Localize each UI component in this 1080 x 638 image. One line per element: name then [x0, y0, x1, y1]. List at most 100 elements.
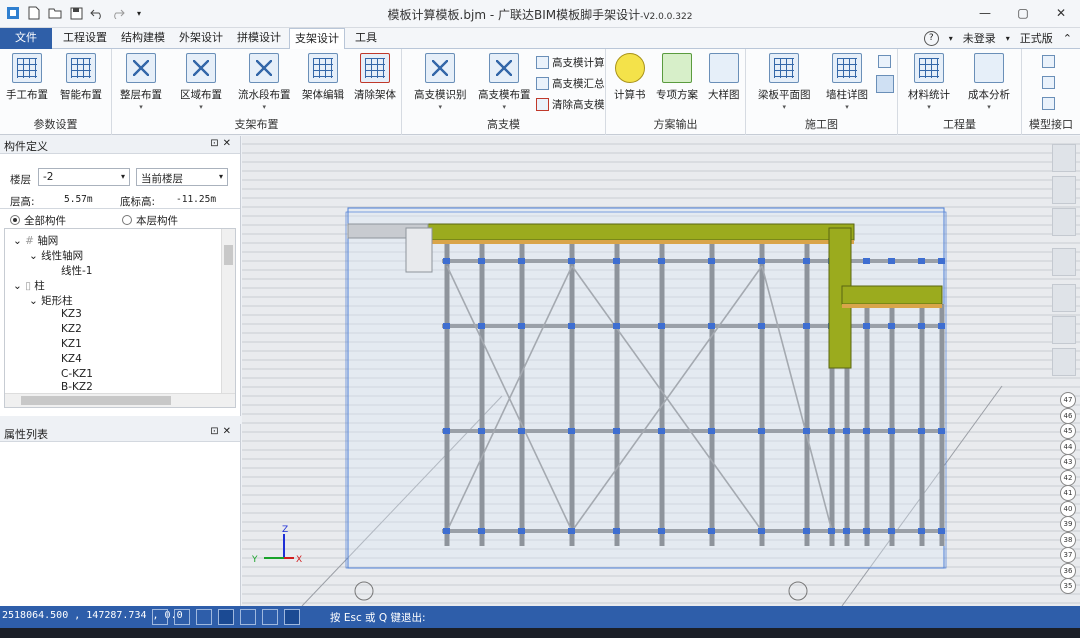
help-icon[interactable]: ?: [923, 30, 939, 46]
layer-icon[interactable]: [1052, 348, 1076, 376]
wall-column-detail-button[interactable]: 墙柱详图 ▾: [826, 53, 868, 111]
floor-indicator[interactable]: 47: [1060, 392, 1076, 408]
floor-indicator[interactable]: 35: [1060, 578, 1076, 594]
collapse-icon[interactable]: ⌄: [13, 235, 22, 247]
import-model-button[interactable]: [1042, 76, 1055, 89]
ortho-icon[interactable]: [196, 609, 212, 625]
tree-node-linear-grid[interactable]: ⌄ 线性轴网: [29, 248, 83, 263]
help-dropdown-icon[interactable]: ▾: [949, 34, 953, 43]
floor-layout-button[interactable]: 整层布置 ▾: [120, 53, 162, 111]
login-status[interactable]: 未登录: [963, 30, 996, 46]
select-box-icon[interactable]: [240, 609, 256, 625]
drawing-small-button-1[interactable]: [878, 55, 891, 68]
high-formwork-identify-button[interactable]: 高支模识别 ▾: [414, 53, 467, 111]
floor-indicator[interactable]: 43: [1060, 454, 1076, 470]
floor-indicator[interactable]: 36: [1060, 562, 1076, 579]
floor-indicator[interactable]: 42: [1060, 469, 1076, 486]
scroll-thumb[interactable]: [224, 245, 233, 265]
panel-close-icon[interactable]: ✕: [223, 426, 235, 437]
high-formwork-calc-button[interactable]: 高支模计算: [536, 55, 605, 70]
drawing-small-button-2[interactable]: [876, 75, 894, 93]
tab-project-settings[interactable]: 工程设置: [56, 28, 114, 49]
tree-vertical-scrollbar[interactable]: [221, 229, 235, 393]
snap-grid-icon[interactable]: [152, 609, 168, 625]
calc-book-button[interactable]: 计算书: [614, 53, 646, 102]
area-layout-button[interactable]: 区域布置 ▾: [180, 53, 222, 111]
3d-viewport[interactable]: Z Y X 47 46 45 44 43 42 41 40 39 38 37 36 35: [242, 136, 1080, 606]
cost-analysis-dropdown-icon[interactable]: ▾: [987, 103, 991, 111]
radio-floor-components[interactable]: 本层构件: [122, 213, 178, 228]
undo-icon[interactable]: [88, 4, 106, 22]
floor-layout-dropdown-icon[interactable]: ▾: [139, 103, 143, 111]
floor-indicator[interactable]: 39: [1060, 516, 1076, 532]
login-dropdown-icon[interactable]: ▾: [1006, 34, 1010, 43]
rotate-icon[interactable]: [218, 609, 234, 625]
segment-layout-button[interactable]: 流水段布置 ▾: [238, 53, 291, 111]
clear-high-formwork-button[interactable]: 清除高支模: [536, 97, 605, 112]
high-formwork-summary-button[interactable]: 高支模汇总: [536, 76, 605, 91]
floor-indicator[interactable]: 44: [1060, 438, 1076, 455]
dimension-icon[interactable]: [284, 609, 300, 625]
model-link-button[interactable]: [1042, 97, 1055, 110]
floor-indicator[interactable]: 40: [1060, 500, 1076, 517]
frame-edit-button[interactable]: 架体编辑: [302, 53, 344, 102]
floor-select[interactable]: -2 ▾: [38, 168, 130, 186]
floor-indicator[interactable]: 38: [1060, 531, 1076, 548]
detail-drawing-button[interactable]: 大样图: [708, 53, 740, 102]
front-view-icon[interactable]: [1052, 176, 1076, 204]
special-plan-button[interactable]: 专项方案: [656, 53, 698, 102]
tree-node-axis-grid[interactable]: ⌄ # 轴网: [13, 233, 58, 248]
tree-node-b-kz2[interactable]: B-KZ2: [61, 381, 93, 393]
tree-node-kz4[interactable]: KZ4: [61, 353, 82, 365]
tree-node-c-kz1[interactable]: C-KZ1: [61, 368, 93, 380]
manual-layout-button[interactable]: 手工布置: [6, 53, 48, 102]
collapse-icon[interactable]: ⌄: [13, 280, 22, 292]
collapse-icon[interactable]: ⌄: [29, 295, 38, 307]
open-folder-icon[interactable]: [46, 4, 64, 22]
beam-plan-button[interactable]: 梁板平面图 ▾: [758, 53, 811, 111]
filter-icon[interactable]: [1052, 284, 1076, 312]
maximize-icon[interactable]: ▢: [1004, 0, 1042, 26]
tree-node-kz1[interactable]: KZ1: [61, 338, 82, 350]
tree-node-column[interactable]: ⌄ ▯ 柱: [13, 278, 45, 293]
tab-support-design[interactable]: 支架设计: [289, 28, 345, 50]
high-formwork-layout-dropdown-icon[interactable]: ▾: [502, 103, 506, 111]
tree-node-kz2[interactable]: KZ2: [61, 323, 82, 335]
close-icon[interactable]: ✕: [1042, 0, 1080, 26]
collapse-icon[interactable]: ⌄: [29, 250, 38, 262]
clear-frame-button[interactable]: 清除架体: [354, 53, 396, 102]
floor-indicator[interactable]: 45: [1060, 423, 1076, 439]
orbit-view-icon[interactable]: [1052, 144, 1076, 172]
tree-node-rect-column[interactable]: ⌄ 矩形柱: [29, 293, 73, 308]
floor-scope-select[interactable]: 当前楼层 ▾: [136, 168, 228, 186]
high-formwork-identify-dropdown-icon[interactable]: ▾: [438, 103, 442, 111]
pin-icon[interactable]: ⊡: [210, 426, 222, 437]
top-view-icon[interactable]: [1052, 208, 1076, 236]
redo-icon[interactable]: [109, 4, 127, 22]
tree-node-kz3[interactable]: KZ3: [61, 308, 82, 320]
export-model-button[interactable]: [1042, 55, 1055, 68]
angle-icon[interactable]: [262, 609, 278, 625]
wall-column-detail-dropdown-icon[interactable]: ▾: [845, 103, 849, 111]
grid-toggle-icon[interactable]: [174, 609, 190, 625]
segment-layout-dropdown-icon[interactable]: ▾: [262, 103, 266, 111]
customize-toolbar-icon[interactable]: ▾: [130, 4, 148, 22]
cost-analysis-button[interactable]: 成本分析 ▾: [968, 53, 1010, 111]
area-layout-dropdown-icon[interactable]: ▾: [199, 103, 203, 111]
smart-layout-button[interactable]: 智能布置: [60, 53, 102, 102]
pin-icon[interactable]: ⊡: [210, 138, 222, 149]
section-view-icon[interactable]: [1052, 316, 1076, 344]
material-stats-button[interactable]: 材料统计 ▾: [908, 53, 950, 111]
scroll-thumb[interactable]: [21, 396, 171, 405]
iso-view-icon[interactable]: [1052, 248, 1076, 276]
radio-all-components[interactable]: 全部构件: [10, 213, 66, 228]
material-stats-dropdown-icon[interactable]: ▾: [927, 103, 931, 111]
beam-plan-dropdown-icon[interactable]: ▾: [782, 103, 786, 111]
panel-close-icon[interactable]: ✕: [223, 138, 235, 149]
ribbon-collapse-icon[interactable]: ⌃: [1063, 32, 1072, 45]
tree-node-linear-1[interactable]: 线性-1: [61, 263, 92, 278]
tab-tools[interactable]: 工具: [346, 28, 386, 49]
floor-indicator[interactable]: 41: [1060, 485, 1076, 501]
floor-indicator[interactable]: 46: [1060, 407, 1076, 424]
tree-horizontal-scrollbar[interactable]: [5, 393, 235, 407]
